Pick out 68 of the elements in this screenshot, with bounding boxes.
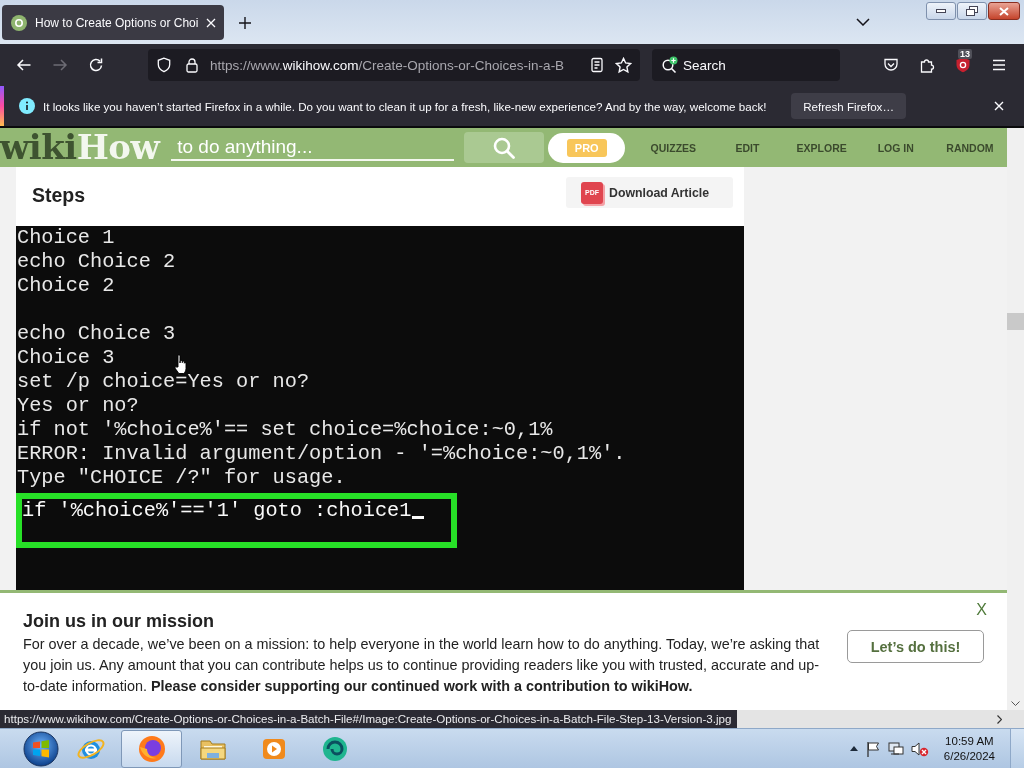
browser-tab[interactable]: How to Create Options or Choi bbox=[2, 5, 225, 40]
close-icon bbox=[999, 6, 1009, 16]
speaker-muted-icon[interactable] bbox=[910, 740, 929, 757]
site-logo[interactable]: wikiHow bbox=[0, 128, 160, 167]
menu-icon[interactable] bbox=[991, 57, 1007, 73]
status-url: https://www.wikihow.com/Create-Options-or-Choices-in-a-Batch-File#/Image:Create-Options-or-Choices-in-a-Batch-File-Step-13-Version-3.jpg bbox=[0, 710, 738, 728]
terminal-line: Choice 3 bbox=[16, 346, 115, 370]
terminal-line: echo Choice 3 bbox=[16, 322, 176, 346]
refresh-button[interactable]: Refresh Firefox… bbox=[791, 93, 906, 119]
terminal-line: Yes or no? bbox=[16, 394, 139, 418]
pro-badge: PRO bbox=[566, 138, 607, 157]
nav-link[interactable]: EDIT bbox=[710, 128, 785, 167]
restore-button[interactable] bbox=[957, 2, 987, 20]
banner-title: Join us in our mission bbox=[23, 610, 215, 632]
restore-icon bbox=[966, 6, 978, 16]
terminal-line: Choice 2 bbox=[16, 274, 115, 298]
clock-time[interactable]: 10:59 AM bbox=[945, 733, 994, 749]
close-button[interactable]: X bbox=[976, 601, 987, 619]
badge-count: 13 bbox=[958, 49, 972, 59]
browser-globe-icon bbox=[136, 733, 167, 764]
banner-text: For over a decade, we’ve been on a mission: to help everyone in the world learn how to do anything. Today, we’re asking that you join us. Any amount that you can contribute helps us to continue providing readers like you with trusted, accurate and up-to-date information. Please consider supporting our continued work with a contribution to wikiHow. bbox=[23, 635, 821, 696]
terminal-line: if '%choice%'=='1' goto :choice1 bbox=[22, 499, 412, 523]
terminal-line: if not '%choice%'== set choice=%choice:~0,1% bbox=[16, 418, 553, 442]
close-icon[interactable] bbox=[994, 101, 1004, 111]
reload-icon[interactable] bbox=[88, 57, 104, 73]
taskbar-button[interactable] bbox=[121, 729, 182, 768]
address-bar[interactable]: https://www.wikihow.com/Create-Options-or-Choices-in-a-B bbox=[148, 49, 640, 81]
minimize-icon bbox=[936, 9, 946, 13]
back-icon[interactable] bbox=[16, 57, 32, 73]
search-field[interactable]: Search bbox=[652, 49, 840, 81]
search-input[interactable]: to do anything... bbox=[171, 134, 455, 161]
horizontal-scrollbar[interactable] bbox=[737, 710, 1024, 728]
url-text: https://www.wikihow.com/Create-Options-or-Choices-in-a-B bbox=[210, 57, 566, 73]
info-icon bbox=[19, 98, 35, 114]
star-icon[interactable] bbox=[615, 56, 632, 74]
terminal-line: echo Choice 2 bbox=[16, 250, 176, 274]
terminal-line: Choice 1 bbox=[16, 226, 115, 250]
scroll-right-icon[interactable] bbox=[997, 714, 1002, 724]
pocket-icon[interactable] bbox=[883, 57, 899, 73]
search-icon bbox=[661, 56, 679, 74]
shield-icon[interactable] bbox=[156, 57, 172, 73]
nav-link[interactable]: LOG IN bbox=[858, 128, 933, 167]
plus-icon[interactable] bbox=[238, 16, 253, 30]
minimize-button[interactable] bbox=[926, 2, 956, 20]
chevron-down-icon[interactable] bbox=[856, 18, 870, 26]
notification-message: It looks like you haven’t started Firefox in a while. Do you want to clean it up for a fresh, like-new experience? And by the way, welcome back! bbox=[43, 99, 767, 113]
nav-link[interactable]: QUIZZES bbox=[636, 128, 711, 167]
nav-link[interactable]: RANDOM bbox=[932, 128, 1008, 167]
chevron-up-icon[interactable] bbox=[849, 746, 858, 751]
reader-view-icon[interactable] bbox=[589, 57, 605, 73]
lock-icon[interactable] bbox=[184, 57, 200, 73]
start-orb-icon[interactable] bbox=[23, 730, 59, 767]
scrollbar-thumb[interactable] bbox=[1007, 313, 1024, 330]
nav-link[interactable]: EXPLORE bbox=[784, 128, 859, 167]
terminal-line: ERROR: Invalid argument/option - '=%choice:~0,1%'. bbox=[16, 442, 626, 466]
terminal-line: Type "CHOICE /?" for usage. bbox=[16, 466, 346, 490]
close-button[interactable] bbox=[988, 2, 1020, 20]
clock-date[interactable]: 6/26/2024 bbox=[943, 748, 995, 764]
action-button[interactable]: Let’s do this! bbox=[847, 630, 984, 663]
search-icon bbox=[493, 136, 516, 159]
scroll-down-icon[interactable] bbox=[1011, 701, 1020, 706]
terminal-line: set /p choice=Yes or no? bbox=[16, 370, 310, 394]
section-title: Steps bbox=[32, 183, 86, 207]
network-icon[interactable] bbox=[887, 740, 904, 757]
site-favicon-icon bbox=[11, 14, 27, 31]
flag-icon[interactable] bbox=[864, 740, 881, 757]
puzzle-piece-icon[interactable] bbox=[919, 57, 935, 73]
close-icon[interactable] bbox=[206, 17, 217, 28]
